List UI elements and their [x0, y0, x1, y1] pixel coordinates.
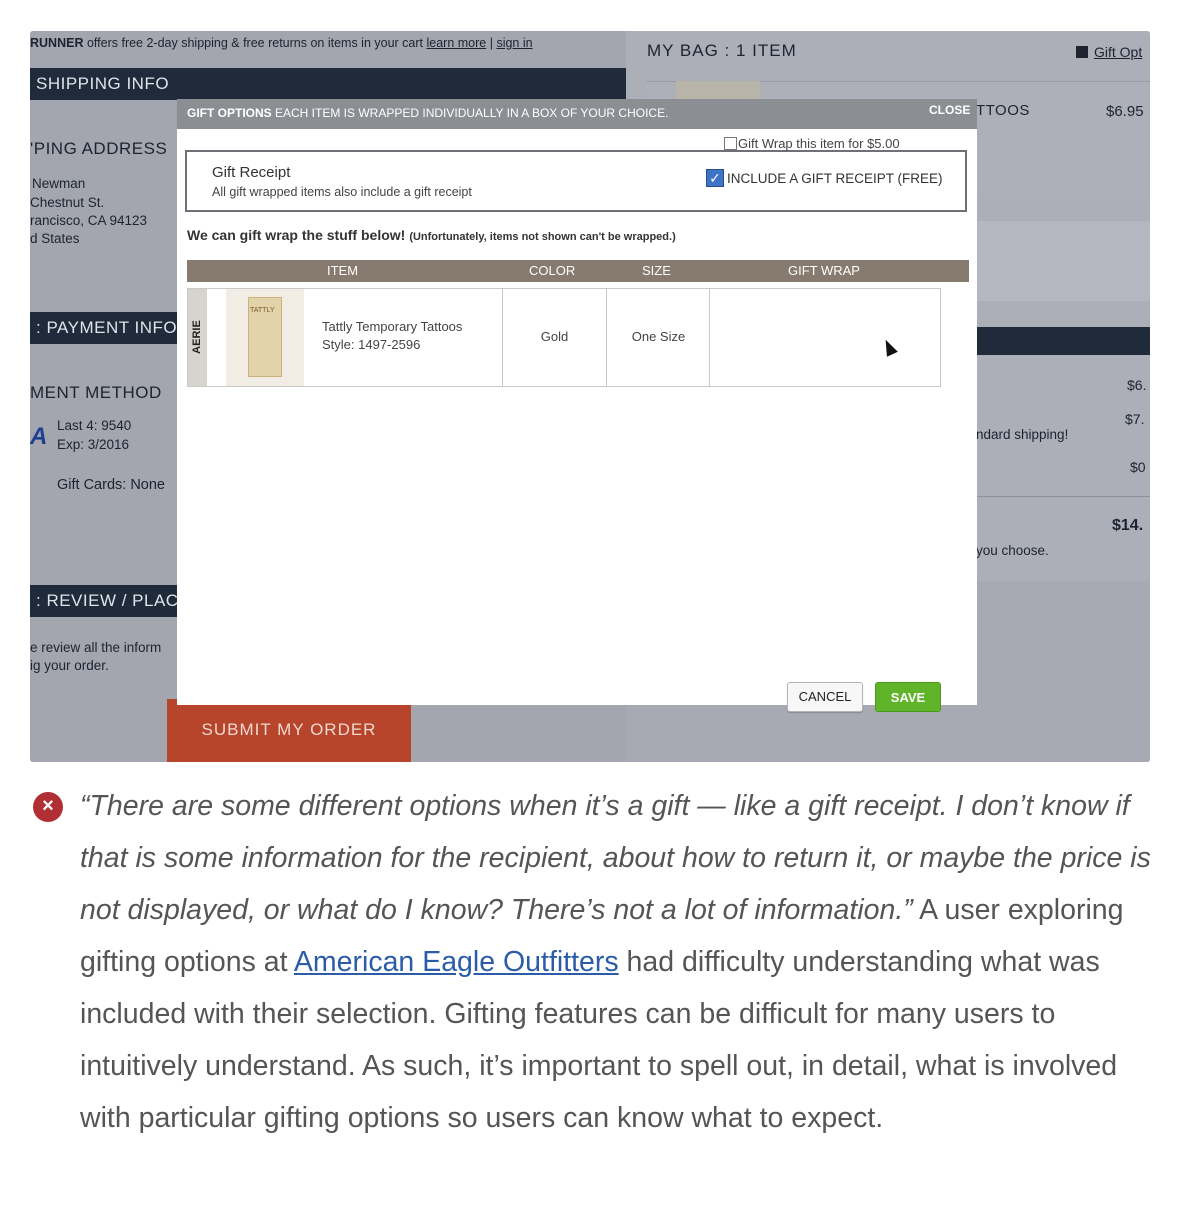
modal-header-text: EACH ITEM IS WRAPPED INDIVIDUALLY IN A B…: [271, 106, 669, 120]
shipping-info-bar: SHIPPING INFO: [30, 68, 626, 100]
summary-value: $7.: [1125, 411, 1145, 427]
payment-method-heading: MENT METHOD: [30, 383, 162, 402]
gift-receipt-subtitle: All gift wrapped items also include a gi…: [212, 185, 472, 199]
gift-cards-text: Gift Cards: None: [57, 477, 165, 493]
sign-in-link[interactable]: sign in: [496, 36, 532, 50]
promo-banner: RUNNER offers free 2-day shipping & free…: [30, 36, 533, 50]
column-header-color: COLOR: [529, 263, 576, 278]
close-button[interactable]: CLOSE: [929, 99, 977, 123]
review-place-bar: : REVIEW / PLACE: [30, 585, 190, 617]
gift-wrap-label[interactable]: Gift Wrap this item for $5.00: [738, 136, 900, 151]
product-style: Style: 1497-2596: [322, 337, 421, 352]
caption-text: “There are some different options when i…: [80, 780, 1160, 1144]
brand-label: AERIE: [191, 320, 203, 354]
payment-info-bar: : PAYMENT INFO: [30, 312, 180, 344]
gift-receipt-checkbox-label[interactable]: INCLUDE A GIFT RECEIPT (FREE): [727, 171, 943, 186]
bag-item-thumbnail: [676, 81, 760, 101]
card-last4: Last 4: 9540: [57, 418, 132, 433]
column-header-size: SIZE: [642, 263, 671, 278]
review-text: e review all the inform: [30, 640, 162, 655]
cancel-button[interactable]: CANCEL: [787, 682, 863, 712]
gift-wrap-intro-text: We can gift wrap the stuff below!: [187, 227, 406, 243]
promo-text: offers free 2-day shipping & free return…: [83, 36, 427, 50]
bag-title: MY BAG : 1 ITEM: [647, 41, 797, 60]
cell-divider: [709, 289, 710, 386]
promo-brand: RUNNER: [30, 36, 84, 50]
modal-title: GIFT OPTIONS: [187, 106, 272, 120]
gift-receipt-checkbox[interactable]: ✓: [706, 169, 724, 187]
column-header-item: ITEM: [327, 263, 359, 278]
summary-shipping-note: ndard shipping!: [976, 427, 1069, 442]
review-text: ig your order.: [30, 658, 109, 673]
brand-strip: AERIE: [188, 289, 207, 386]
gift-options-modal: GIFT OPTIONS EACH ITEM IS WRAPPED INDIVI…: [177, 99, 977, 712]
gift-wrap-checkbox[interactable]: [724, 137, 737, 150]
submit-order-button[interactable]: SUBMIT MY ORDER: [167, 699, 411, 762]
gift-icon: [1076, 46, 1088, 58]
column-header-gift-wrap: GIFT WRAP: [788, 263, 860, 278]
summary-value: $6.: [1127, 377, 1147, 393]
card-brand-logo: A: [30, 423, 48, 450]
save-button[interactable]: SAVE: [875, 682, 941, 712]
product-thumbnail: TATTLY: [226, 289, 304, 386]
product-color: Gold: [540, 329, 569, 344]
address-line: rancisco, CA 94123: [30, 213, 148, 228]
table-row: AERIE TATTLY Tattly Temporary Tattoos St…: [187, 288, 941, 387]
summary-choose-note: you choose.: [976, 543, 1049, 558]
checkout-screenshot: RUNNER offers free 2-day shipping & free…: [30, 31, 1150, 762]
learn-more-link[interactable]: learn more: [426, 36, 486, 50]
card-expiry: Exp: 3/2016: [57, 437, 130, 452]
gift-options-link[interactable]: Gift Opt: [1076, 44, 1142, 60]
shipping-address-heading: 'PING ADDRESS: [30, 139, 168, 158]
summary-value: $0: [1130, 459, 1146, 475]
summary-divider: [976, 496, 1150, 497]
bag-item-price: $6.95: [1106, 103, 1144, 120]
bag-item-name: TTOOS: [976, 102, 1030, 119]
modal-header: GIFT OPTIONS EACH ITEM IS WRAPPED INDIVI…: [177, 99, 977, 129]
product-size: One Size: [631, 329, 686, 344]
summary-total: $14.: [1112, 517, 1144, 534]
american-eagle-link[interactable]: American Eagle Outfitters: [294, 946, 619, 978]
gift-receipt-box: Gift Receipt All gift wrapped items also…: [185, 150, 967, 212]
thumb-label: TATTLY: [250, 307, 275, 314]
address-line: Newman: [32, 176, 86, 191]
checkbox-checked-icon: ✓: [709, 170, 721, 186]
address-line: Chestnut St.: [30, 195, 105, 210]
promo-separator: |: [486, 36, 497, 50]
error-x-icon: ×: [33, 792, 63, 822]
address-line: d States: [30, 231, 80, 246]
gift-wrap-table-header: ITEM COLOR SIZE GIFT WRAP: [187, 260, 969, 282]
gift-receipt-title: Gift Receipt: [212, 164, 291, 181]
summary-bar: [976, 327, 1150, 355]
gift-wrap-intro-note: (Unfortunately, items not shown can't be…: [409, 231, 676, 243]
gift-options-link-text: Gift Opt: [1094, 44, 1143, 60]
gift-wrap-intro: We can gift wrap the stuff below! (Unfort…: [187, 227, 676, 243]
product-name: Tattly Temporary Tattoos: [322, 319, 463, 334]
